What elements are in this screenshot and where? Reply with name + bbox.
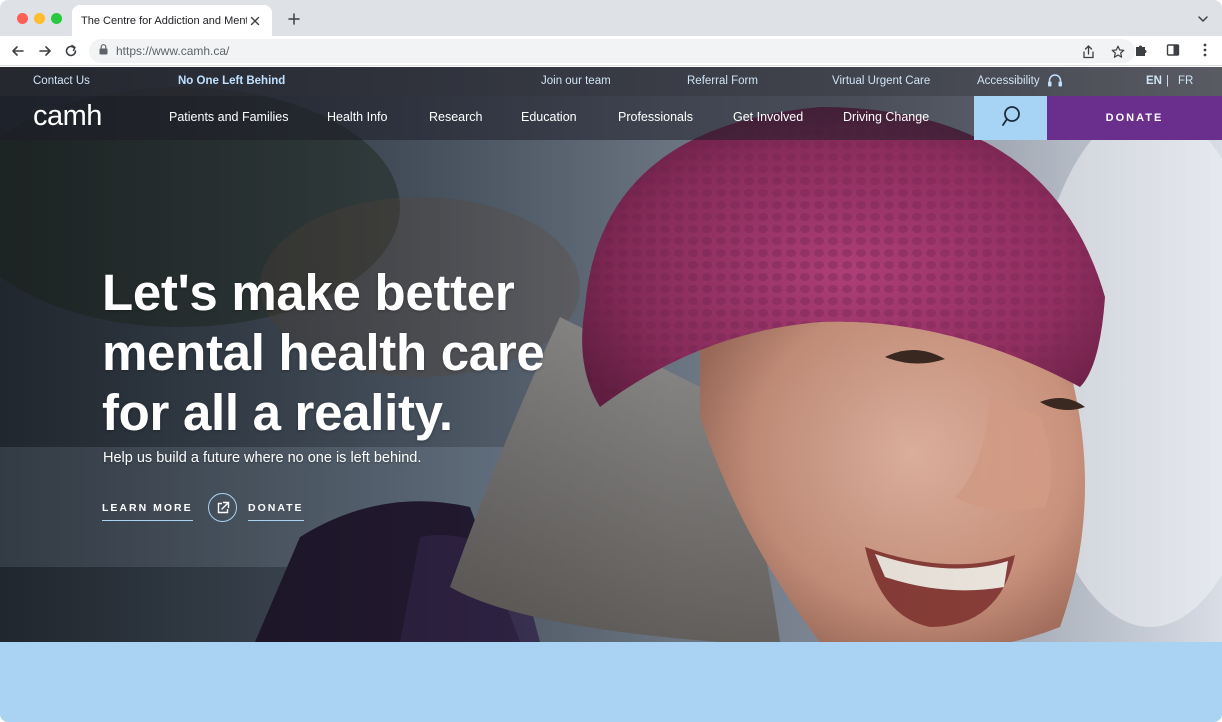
back-arrow-icon[interactable] <box>8 41 28 61</box>
utility-bar: Contact Us No One Left Behind Join our t… <box>0 67 1222 96</box>
url-text: https://www.camh.ca/ <box>116 44 230 58</box>
reload-icon[interactable] <box>61 41 81 61</box>
share-icon[interactable] <box>1079 43 1097 61</box>
address-bar[interactable]: https://www.camh.ca/ <box>89 39 1135 63</box>
new-tab-plus-icon[interactable] <box>284 9 304 29</box>
virtual-urgent-care-link[interactable]: Virtual Urgent Care <box>832 75 930 87</box>
donate-nav-button[interactable]: DONATE <box>1047 96 1222 140</box>
lang-fr-link[interactable]: FR <box>1178 75 1193 87</box>
tab-search-chevron-icon[interactable] <box>1196 12 1210 26</box>
referral-form-link[interactable]: Referral Form <box>687 75 758 87</box>
headline-line-3: for all a reality. <box>102 384 453 441</box>
nav-get-involved[interactable]: Get Involved <box>733 110 803 124</box>
browser-toolbar: https://www.camh.ca/ <box>0 36 1222 66</box>
lock-icon <box>99 42 108 60</box>
forward-arrow-icon[interactable] <box>35 41 55 61</box>
search-icon <box>1001 105 1021 132</box>
join-our-team-link[interactable]: Join our team <box>541 75 611 87</box>
browser-window: The Centre for Addiction and Ment... htt… <box>0 0 1222 722</box>
no-one-left-behind-link[interactable]: No One Left Behind <box>178 75 285 87</box>
tab-strip: The Centre for Addiction and Ment... <box>0 0 1222 36</box>
headline-line-1: Let's make better <box>102 264 515 321</box>
search-button[interactable] <box>974 96 1047 140</box>
tab-title: The Centre for Addiction and Ment... <box>81 14 247 27</box>
nav-patients-and-families[interactable]: Patients and Families <box>169 110 289 124</box>
tab-close-icon[interactable] <box>247 13 263 29</box>
nav-health-info[interactable]: Health Info <box>327 110 387 124</box>
hero-subline: Help us build a future where no one is l… <box>103 450 422 466</box>
web-page: Contact Us No One Left Behind Join our t… <box>0 67 1222 722</box>
browser-tab[interactable]: The Centre for Addiction and Ment... <box>72 5 272 36</box>
bookmark-star-icon[interactable] <box>1109 43 1127 61</box>
donate-nav-label: DONATE <box>1105 112 1164 124</box>
camh-logo[interactable]: camh <box>33 100 102 133</box>
side-panel-icon[interactable] <box>1164 41 1182 59</box>
maximize-window-button[interactable] <box>51 13 62 24</box>
accessibility-link[interactable]: Accessibility <box>977 75 1040 87</box>
nav-professionals[interactable]: Professionals <box>618 110 693 124</box>
lang-en-link[interactable]: EN <box>1146 75 1162 87</box>
headline-line-2: mental health care <box>102 324 545 381</box>
nav-driving-change[interactable]: Driving Change <box>843 110 929 124</box>
contact-us-link[interactable]: Contact Us <box>33 75 90 87</box>
minimize-window-button[interactable] <box>34 13 45 24</box>
close-window-button[interactable] <box>17 13 28 24</box>
hero-section: Contact Us No One Left Behind Join our t… <box>0 67 1222 642</box>
accessibility-headset-icon[interactable] <box>1047 74 1063 93</box>
nav-education[interactable]: Education <box>521 110 577 124</box>
extensions-puzzle-icon[interactable] <box>1132 41 1150 59</box>
external-link-icon[interactable] <box>208 493 237 522</box>
hero-headline: Let's make better mental health care for… <box>102 263 662 443</box>
hero-donate-link[interactable]: DONATE <box>248 502 304 521</box>
more-menu-icon[interactable] <box>1196 41 1214 59</box>
lang-separator: | <box>1166 75 1169 87</box>
nav-research[interactable]: Research <box>429 110 483 124</box>
learn-more-link[interactable]: LEARN MORE <box>102 502 193 521</box>
next-section-band <box>0 642 1222 722</box>
main-navigation: camh Patients and Families Health Info R… <box>0 96 1222 140</box>
